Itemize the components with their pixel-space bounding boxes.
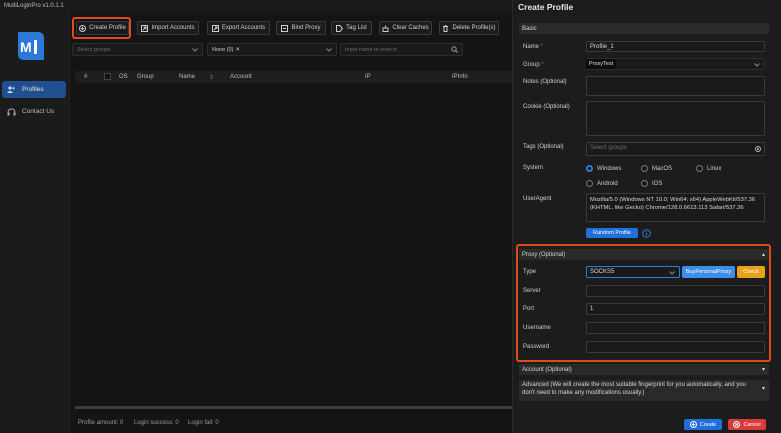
group-filter-select[interactable]: Select groups — [72, 43, 203, 56]
chevron-down-icon — [754, 63, 760, 67]
profile-amount: Profile amount: 0 — [78, 420, 124, 426]
radio-icon — [586, 180, 593, 187]
caret-down-icon: ▾ — [761, 386, 765, 392]
link-icon — [281, 24, 289, 32]
column-group[interactable]: Group — [137, 74, 154, 80]
group-tag-chip[interactable]: ProxyTest — [586, 59, 617, 69]
system-radio-linux[interactable]: Linux — [696, 165, 721, 172]
group-label: Group * — [523, 62, 544, 68]
system-radio-macos[interactable]: MacOS — [641, 165, 672, 172]
broom-icon — [382, 25, 389, 32]
close-icon[interactable]: ✕ — [235, 47, 240, 53]
create-profile-panel: Create Profile Basic Name * Profile_1 Gr… — [512, 0, 781, 433]
export-accounts-button[interactable]: Export Accounts — [207, 21, 270, 35]
column-name[interactable]: Name — [179, 74, 195, 80]
import-icon — [141, 24, 149, 32]
delete-profiles-button[interactable]: Delete Profile(s) — [439, 21, 499, 35]
cookie-label: Cookie (Optional) — [523, 104, 570, 110]
radio-icon — [641, 165, 648, 172]
sidebar-item-label: Profiles — [22, 86, 44, 93]
sidebar-item-contact[interactable]: Contact Us — [2, 103, 66, 120]
tag-list-button[interactable]: Tag List — [331, 21, 372, 35]
cancel-button[interactable]: Cancel — [728, 419, 766, 430]
system-radio-windows[interactable]: Windows — [586, 165, 621, 172]
close-circle-icon[interactable] — [755, 146, 761, 152]
system-radio-android[interactable]: Android — [586, 180, 618, 187]
sidebar-item-label: Contact Us — [22, 108, 55, 115]
tag-filter-select[interactable]: None (0) ✕ — [207, 43, 337, 56]
account-section-header[interactable]: Account (Optional) ▾ — [519, 364, 769, 375]
sort-icon[interactable]: ⇕ — [209, 74, 214, 81]
login-fail: Login fail: 0 — [188, 420, 219, 426]
create-button[interactable]: Create — [684, 419, 722, 430]
useragent-label: UserAgent — [523, 196, 552, 202]
info-icon[interactable] — [642, 229, 651, 238]
radio-icon — [641, 180, 648, 187]
proxy-section-highlight — [516, 244, 771, 362]
radio-icon — [696, 165, 703, 172]
random-profile-button[interactable]: Random Profile — [586, 228, 638, 238]
tags-label: Tags (Optional) — [523, 144, 564, 150]
headset-icon — [7, 107, 16, 115]
svg-text:M: M — [20, 39, 32, 55]
advanced-section-header[interactable]: Advanced (We will create the most suitab… — [519, 380, 769, 401]
caret-down-icon: ▾ — [761, 367, 765, 373]
column-ip: IP — [365, 74, 371, 80]
horizontal-scrollbar[interactable] — [75, 406, 512, 409]
column-ipinfo: IPInfo — [452, 74, 468, 80]
select-all-checkbox[interactable] — [104, 73, 111, 80]
trash-icon — [443, 24, 449, 32]
tags-select[interactable]: Select groups — [586, 142, 765, 156]
search-input[interactable]: Input name to search — [340, 43, 463, 56]
import-accounts-button[interactable]: Import Accounts — [137, 21, 199, 35]
tag-icon — [336, 24, 344, 32]
table-header: # OS Group Name ⇕ Account IP IPInfo — [75, 71, 512, 83]
system-radio-ios[interactable]: IOS — [641, 180, 662, 187]
search-icon — [451, 46, 458, 53]
users-icon — [7, 86, 15, 93]
notes-input[interactable] — [586, 76, 765, 96]
column-os: OS — [119, 74, 128, 80]
app-title: MultiLoginPro v1.0.1.1 — [0, 0, 512, 12]
radio-icon — [586, 165, 593, 172]
system-label: System — [523, 165, 544, 171]
app-window: MultiLoginPro v1.0.1.1 M Profiles Contac… — [0, 0, 781, 433]
notes-label: Notes (Optional) — [523, 79, 567, 85]
sidebar: M Profiles Contact Us — [0, 12, 70, 433]
chevron-down-icon — [192, 47, 198, 52]
logo-icon: M — [18, 32, 44, 60]
export-icon — [211, 24, 219, 32]
column-index: # — [84, 74, 88, 80]
name-label: Name * — [523, 44, 544, 50]
login-success: Login success: 0 — [134, 420, 179, 426]
sidebar-item-profiles[interactable]: Profiles — [2, 81, 66, 98]
profiles-main: Create Profile Import Accounts Export Ac… — [70, 12, 512, 433]
create-profile-highlight — [72, 17, 131, 39]
clear-caches-button[interactable]: Clear Caches — [379, 21, 432, 35]
bind-proxy-button[interactable]: Bind Proxy — [276, 21, 326, 35]
plus-circle-icon — [689, 421, 697, 428]
column-account: Account — [230, 74, 252, 80]
basic-section-header: Basic — [519, 23, 769, 34]
panel-title: Create Profile — [518, 2, 574, 12]
chevron-down-icon — [326, 47, 332, 52]
useragent-input[interactable]: Mozilla/5.0 (Windows NT 10.0; Win64; x64… — [586, 193, 765, 222]
cookie-input[interactable] — [586, 101, 765, 136]
close-circle-icon — [733, 421, 741, 428]
name-input[interactable]: Profile_1 — [586, 41, 765, 52]
